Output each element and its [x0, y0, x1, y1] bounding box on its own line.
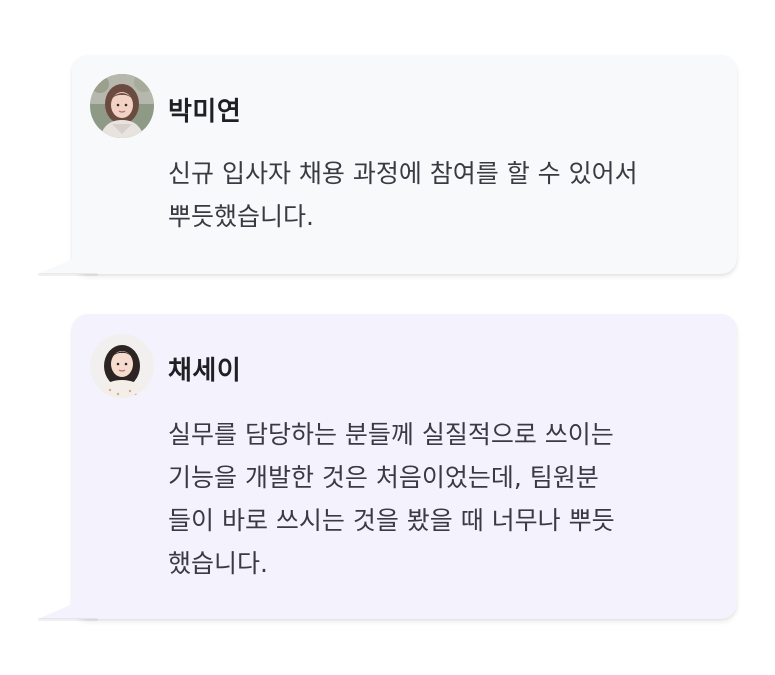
speech-bubble-tail [38, 593, 98, 619]
avatar-portrait-icon [90, 334, 154, 398]
avatar-photo-icon [90, 74, 154, 138]
quote-line: 실무를 담당하는 분들께 실질적으로 쓰이는 [168, 420, 614, 449]
quote-line: 했습니다. [168, 549, 268, 578]
avatar-portrait-icon [90, 74, 154, 138]
testimonial-quote: 신규 입사자 채용 과정에 참여를 할 수 있어서 뿌듯했습니다. [168, 152, 713, 238]
author-name: 채세이 [168, 356, 242, 386]
author-name: 박미연 [168, 97, 242, 127]
avatar-photo-icon [90, 334, 154, 398]
quote-line: 뿌듯했습니다. [168, 202, 314, 231]
testimonial-card: 채세이 실무를 담당하는 분들께 실질적으로 쓰이는 기능을 개발한 것은 처음… [38, 314, 737, 621]
testimonial-card: 박미연 신규 입사자 채용 과정에 참여를 할 수 있어서 뿌듯했습니다. [38, 55, 737, 276]
quote-line: 들이 바로 쓰시는 것을 봤을 때 너무나 뿌듯 [168, 506, 615, 535]
speech-bubble-tail [38, 248, 98, 274]
testimonials-page: 박미연 신규 입사자 채용 과정에 참여를 할 수 있어서 뿌듯했습니다. 채세… [0, 0, 775, 675]
quote-line: 신규 입사자 채용 과정에 참여를 할 수 있어서 [168, 159, 638, 188]
speech-bubble-tail-shadow [38, 618, 98, 621]
speech-bubble-tail-shadow [38, 273, 98, 276]
testimonial-quote: 실무를 담당하는 분들께 실질적으로 쓰이는 기능을 개발한 것은 처음이었는데… [168, 413, 713, 585]
quote-line: 기능을 개발한 것은 처음이었는데, 팀원분 [168, 463, 599, 492]
